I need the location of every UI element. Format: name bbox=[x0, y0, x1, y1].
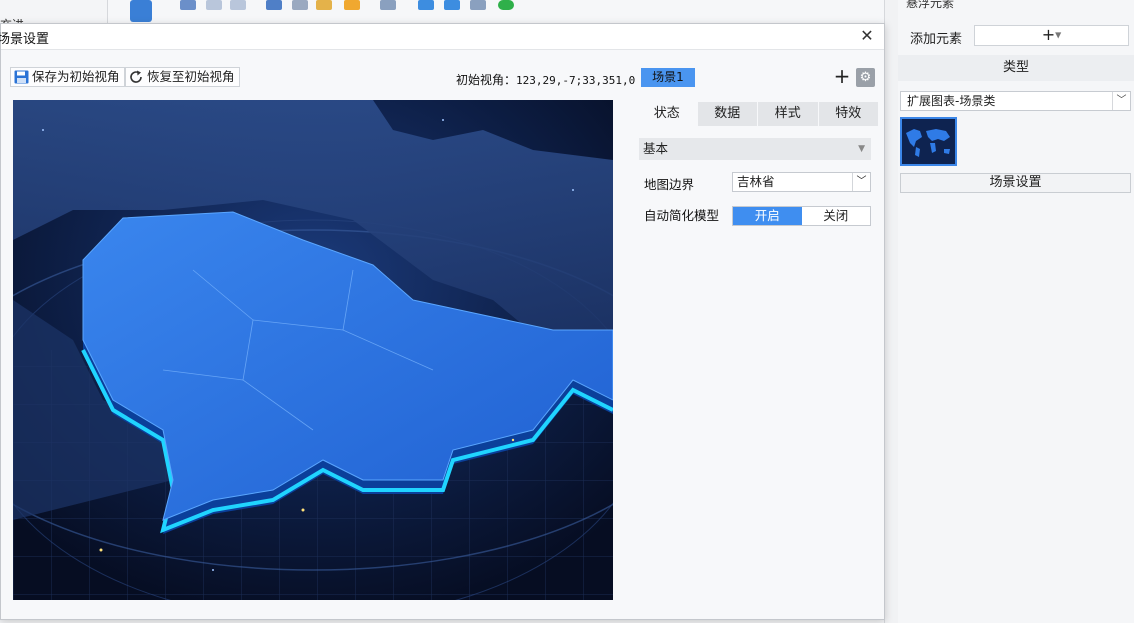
check-icon[interactable] bbox=[498, 0, 514, 10]
star bbox=[301, 508, 305, 512]
dialog-title: 场景设置 bbox=[0, 32, 50, 47]
world-map-thumbnail[interactable] bbox=[900, 117, 957, 166]
insert-icon[interactable] bbox=[418, 0, 434, 10]
property-panel: 悬浮元素 添加元素 +▼ 类型 扩展图表-场景类 ﹀ 场景设置 bbox=[898, 0, 1134, 623]
initial-view-label: 初始视角： bbox=[456, 73, 517, 87]
map-boundary-select[interactable]: 吉林省 ﹀ bbox=[732, 172, 871, 192]
save-icon bbox=[14, 70, 29, 84]
type-select[interactable]: 扩展图表-场景类 ﹀ bbox=[900, 91, 1131, 111]
cut-icon[interactable] bbox=[266, 0, 282, 10]
chevron-down-icon[interactable]: ﹀ bbox=[1112, 92, 1130, 110]
scene-settings-button[interactable]: 场景设置 bbox=[900, 173, 1131, 193]
initial-view-readout: 初始视角：123,29,-7;33,351,0 bbox=[456, 71, 635, 88]
gear-icon[interactable]: ⚙ bbox=[856, 68, 875, 87]
star bbox=[42, 129, 44, 131]
world-map-icon bbox=[902, 119, 955, 164]
undo-icon[interactable] bbox=[206, 0, 222, 10]
refresh-icon bbox=[130, 70, 142, 83]
auto-simplify-label: 自动简化模型 bbox=[644, 208, 720, 223]
map-boundary-label: 地图边界 bbox=[644, 177, 695, 192]
initial-view-value: 123,29,-7;33,351,0 bbox=[516, 74, 636, 87]
basic-section-label: 基本 bbox=[643, 141, 669, 156]
format-painter-icon[interactable] bbox=[344, 0, 360, 10]
restore-initial-view-button[interactable]: 恢复至初始视角 bbox=[125, 67, 240, 87]
star bbox=[511, 438, 515, 442]
paste-icon[interactable] bbox=[316, 0, 332, 10]
background-divider bbox=[884, 0, 898, 623]
doc-icon[interactable] bbox=[180, 0, 196, 10]
settings-tabs: 状态 数据 样式 特效 bbox=[637, 102, 879, 126]
add-element-button[interactable]: +▼ bbox=[974, 25, 1129, 46]
dialog-titlebar: 场景设置 ✕ bbox=[0, 24, 884, 50]
add-element-label: 添加元素 bbox=[910, 32, 963, 47]
close-icon[interactable]: ✕ bbox=[858, 27, 876, 45]
plus-icon: + bbox=[1041, 25, 1056, 44]
report-icon[interactable] bbox=[130, 0, 152, 22]
redo-icon[interactable] bbox=[230, 0, 246, 10]
star bbox=[442, 119, 444, 121]
map-boundary-value: 吉林省 bbox=[737, 174, 775, 189]
type-select-value: 扩展图表-场景类 bbox=[907, 94, 996, 108]
triangle-down-icon: ▼ bbox=[858, 144, 865, 154]
tab-state[interactable]: 状态 bbox=[637, 102, 698, 126]
caret-down-icon: ▼ bbox=[1055, 30, 1062, 40]
auto-simplify-off-button[interactable]: 关闭 bbox=[801, 207, 870, 225]
save-initial-view-label: 保存为初始视角 bbox=[32, 69, 120, 84]
tab-style[interactable]: 样式 bbox=[758, 102, 819, 126]
scene-tab-1[interactable]: 场景1 bbox=[641, 68, 695, 87]
save-initial-view-button[interactable]: 保存为初始视角 bbox=[10, 67, 125, 87]
jilin-3d-map bbox=[13, 100, 613, 600]
tab-effects[interactable]: 特效 bbox=[818, 102, 879, 126]
star bbox=[572, 189, 574, 191]
restore-initial-view-label: 恢复至初始视角 bbox=[147, 69, 235, 84]
floating-elements-label: 悬浮元素 bbox=[906, 0, 955, 10]
star bbox=[99, 548, 103, 552]
type-header: 类型 bbox=[898, 55, 1134, 81]
star bbox=[212, 569, 214, 571]
export-icon[interactable] bbox=[444, 0, 460, 10]
basic-section-header[interactable]: 基本 ▼ bbox=[639, 138, 871, 160]
chevron-down-icon[interactable]: ﹀ bbox=[852, 173, 870, 191]
auto-simplify-on-button[interactable]: 开启 bbox=[733, 207, 802, 225]
add-scene-icon[interactable]: + bbox=[832, 66, 852, 87]
map-preview[interactable] bbox=[13, 100, 613, 600]
preview-icon[interactable] bbox=[380, 0, 396, 10]
scene-settings-dialog: 场景设置 ✕ 保存为初始视角 恢复至初始视角 初始视角：123,29,-7;33… bbox=[0, 23, 885, 620]
search-icon[interactable] bbox=[470, 0, 486, 10]
auto-simplify-toggle: 开启 关闭 bbox=[732, 206, 871, 226]
copy-icon[interactable] bbox=[292, 0, 308, 10]
tab-data[interactable]: 数据 bbox=[697, 102, 758, 126]
